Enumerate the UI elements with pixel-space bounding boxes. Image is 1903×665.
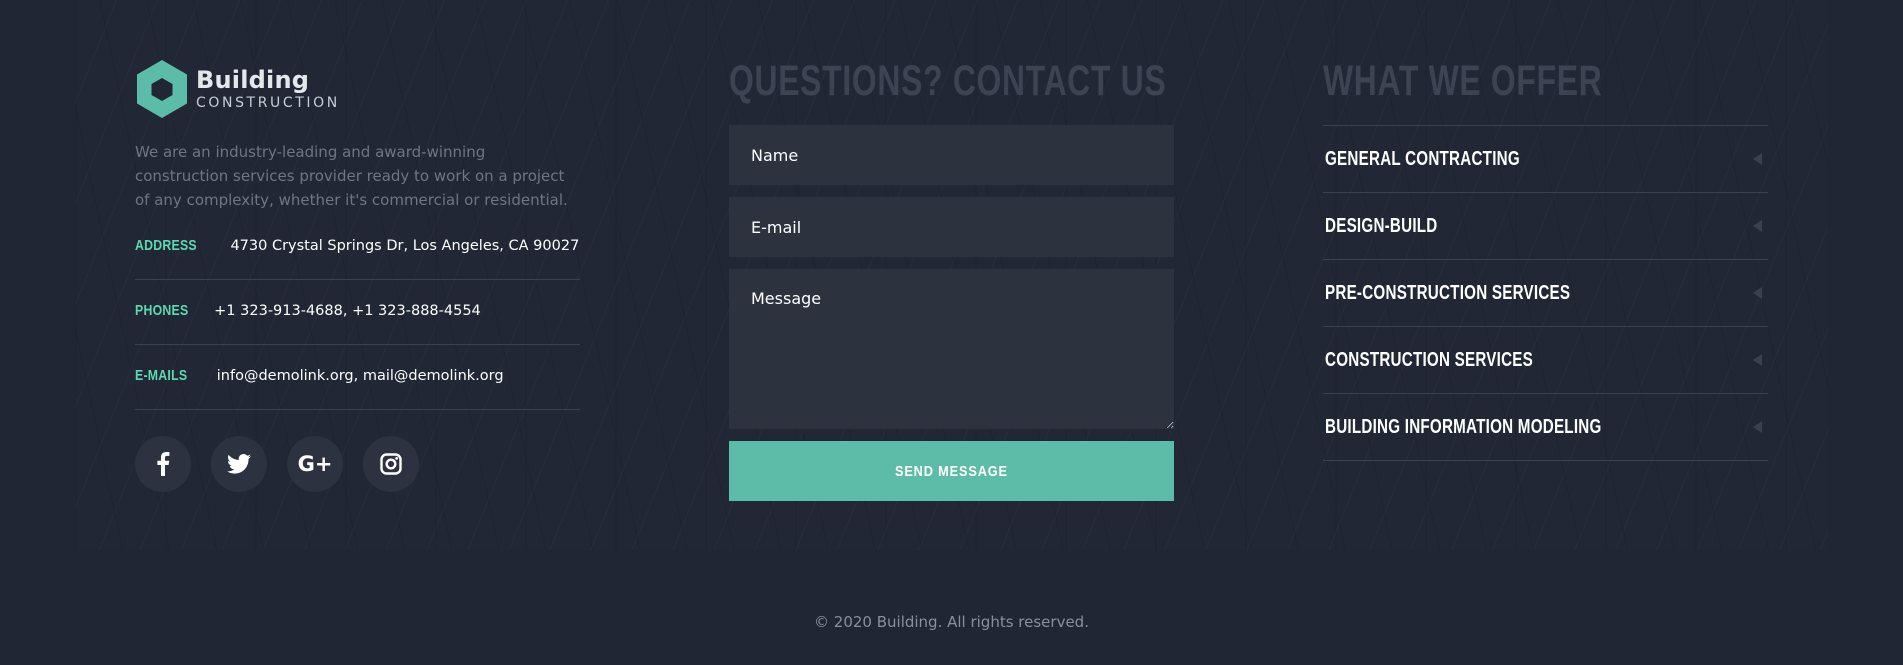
address-row: Address 4730 Crystal Springs Dr, Los Ang…	[135, 237, 580, 254]
send-message-label: Send message	[895, 462, 1008, 480]
offer-item[interactable]: General contracting	[1323, 126, 1768, 193]
brand-subtitle: CONSTRUCTION	[196, 94, 340, 111]
offer-item[interactable]: Construction services	[1323, 327, 1768, 394]
copyright-text: © 2020 Building. All rights reserved.	[814, 613, 1089, 631]
offer-item-label: Building information modeling	[1325, 415, 1602, 438]
emails-label: E-mails	[135, 367, 188, 384]
facebook-button[interactable]	[135, 436, 191, 492]
brand-text: Building CONSTRUCTION	[196, 68, 340, 111]
divider	[135, 279, 580, 280]
offer-item[interactable]: Design-build	[1323, 193, 1768, 260]
offer-item[interactable]: Building information modeling	[1323, 394, 1768, 461]
instagram-button[interactable]	[363, 436, 419, 492]
about-text: We are an industry-leading and award-win…	[135, 143, 568, 209]
hexagon-logo-icon	[137, 60, 187, 118]
divider	[135, 344, 580, 345]
divider	[135, 409, 580, 410]
offer-list: General contracting Design-build Pre-con…	[1323, 125, 1768, 461]
caret-left-icon	[1753, 220, 1762, 232]
address-label: Address	[135, 237, 197, 254]
caret-left-icon	[1753, 287, 1762, 299]
offer-item-label: General contracting	[1325, 147, 1520, 170]
send-message-button[interactable]: Send message	[729, 441, 1174, 501]
phones-row: Phones +1 323-913-4688, +1 323-888-4554	[135, 302, 580, 319]
offer-item-label: Design-build	[1325, 214, 1438, 237]
facebook-icon	[157, 452, 170, 476]
offer-item[interactable]: Pre-construction services	[1323, 260, 1768, 327]
google-plus-button[interactable]: G+	[287, 436, 343, 492]
phones-value[interactable]: +1 323-913-4688, +1 323-888-4554	[214, 303, 481, 319]
phones-label: Phones	[135, 302, 189, 319]
emails-value[interactable]: info@demolink.org, mail@demolink.org	[217, 368, 504, 384]
offer-item-label: Pre-construction services	[1325, 281, 1571, 304]
offer-item-label: Construction services	[1325, 348, 1534, 371]
caret-left-icon	[1753, 153, 1762, 165]
caret-left-icon	[1753, 421, 1762, 433]
name-input[interactable]	[729, 125, 1174, 185]
twitter-icon	[227, 454, 251, 474]
social-links: G+	[135, 436, 419, 492]
google-plus-icon: G+	[297, 452, 333, 476]
contact-heading: Questions? Contact us	[729, 57, 1167, 105]
instagram-icon	[380, 453, 402, 475]
offer-heading: What we offer	[1323, 57, 1603, 105]
caret-left-icon	[1753, 354, 1762, 366]
brand-name: Building	[196, 65, 310, 94]
emails-row: E-mails info@demolink.org, mail@demolink…	[135, 367, 580, 384]
twitter-button[interactable]	[211, 436, 267, 492]
address-value: 4730 Crystal Springs Dr, Los Angeles, CA…	[230, 237, 580, 254]
brand-logo[interactable]: Building CONSTRUCTION	[135, 59, 340, 119]
message-textarea[interactable]	[729, 269, 1174, 429]
email-input[interactable]	[729, 197, 1174, 257]
